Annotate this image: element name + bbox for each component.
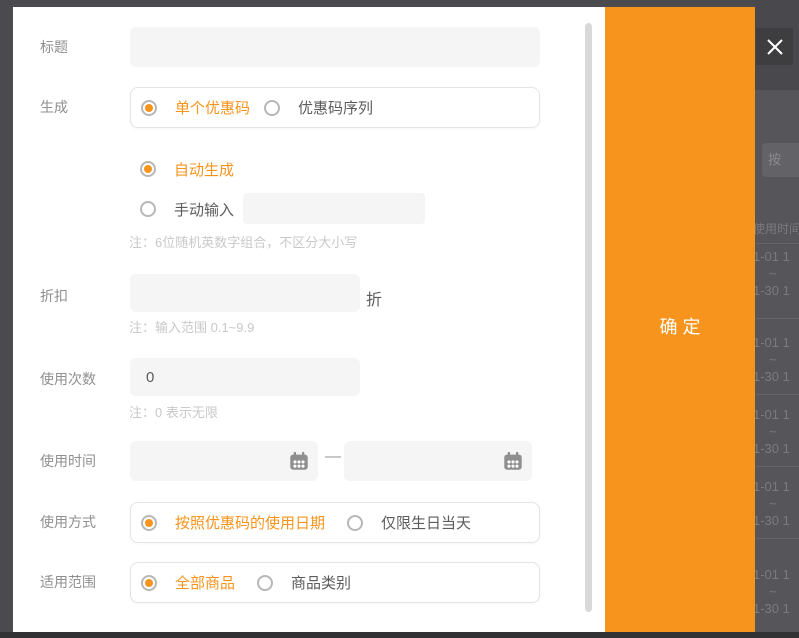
discount-input[interactable] bbox=[130, 274, 360, 312]
background-filter-button: 按 bbox=[762, 143, 799, 177]
table-row: 1-01 1 ~ 1-30 1 bbox=[755, 406, 799, 457]
radio-single-code[interactable] bbox=[141, 100, 157, 116]
end-date-picker[interactable] bbox=[344, 441, 532, 481]
divider bbox=[755, 466, 799, 467]
divider bbox=[755, 394, 799, 395]
radio-all-products[interactable] bbox=[141, 575, 157, 591]
option-label: 自动生成 bbox=[174, 159, 234, 180]
option-single-code[interactable]: 单个优惠码 bbox=[141, 97, 250, 118]
radio-auto-generate[interactable] bbox=[140, 161, 156, 177]
close-button[interactable] bbox=[756, 28, 793, 65]
coupon-dialog: 标题 生成 单个优惠码 优惠码序列 自动生成 手动输入 注：6位随机英数字组合，… bbox=[13, 7, 605, 632]
calendar-icon bbox=[502, 450, 524, 472]
option-label: 优惠码序列 bbox=[298, 97, 373, 118]
usage-count-note: 注：0 表示无限 bbox=[129, 402, 218, 421]
usage-count-input[interactable] bbox=[130, 358, 360, 396]
title-input[interactable] bbox=[130, 27, 540, 67]
field-label-generate: 生成 bbox=[40, 97, 68, 117]
radio-product-category[interactable] bbox=[257, 575, 273, 591]
date-range-separator: — bbox=[322, 448, 344, 466]
start-date-picker[interactable] bbox=[130, 441, 318, 481]
overlay-top bbox=[0, 0, 755, 7]
field-label-discount: 折扣 bbox=[40, 286, 68, 306]
radio-birthday-only[interactable] bbox=[347, 515, 363, 531]
generate-note: 注：6位随机英数字组合，不区分大小写 bbox=[129, 232, 357, 251]
radio-code-series[interactable] bbox=[264, 100, 280, 116]
field-label-usage-method: 使用方式 bbox=[40, 512, 96, 532]
confirm-button[interactable]: 确定 bbox=[605, 7, 755, 632]
table-row: 1-01 1 ~ 1-30 1 bbox=[755, 334, 799, 385]
option-label: 商品类别 bbox=[291, 572, 351, 593]
radio-by-coupon-dates[interactable] bbox=[141, 515, 157, 531]
field-label-title: 标题 bbox=[40, 37, 68, 57]
divider bbox=[755, 538, 799, 539]
option-product-category[interactable]: 商品类别 bbox=[257, 572, 351, 593]
overlay-bottom bbox=[0, 632, 799, 638]
divider bbox=[755, 243, 799, 244]
field-label-scope: 适用范围 bbox=[40, 572, 96, 592]
usage-method-option-group: 按照优惠码的使用日期 仅限生日当天 bbox=[130, 502, 540, 543]
background-column-header: 使用时间 bbox=[755, 220, 799, 237]
modal-scrollbar[interactable] bbox=[585, 23, 592, 612]
option-all-products[interactable]: 全部商品 bbox=[141, 572, 235, 593]
field-label-usage-count: 使用次数 bbox=[40, 369, 96, 389]
close-icon bbox=[764, 36, 786, 58]
generate-option-group: 单个优惠码 优惠码序列 bbox=[130, 87, 540, 128]
discount-unit: 折 bbox=[366, 286, 382, 310]
divider bbox=[755, 318, 799, 319]
overlay-left bbox=[0, 7, 13, 632]
option-label: 手动输入 bbox=[174, 199, 234, 220]
option-label: 按照优惠码的使用日期 bbox=[175, 512, 325, 533]
table-row: 1-01 1 ~ 1-30 1 bbox=[755, 478, 799, 529]
option-label: 仅限生日当天 bbox=[381, 512, 471, 533]
table-row: 1-01 1 ~ 1-30 1 bbox=[755, 248, 799, 299]
option-birthday-only[interactable]: 仅限生日当天 bbox=[347, 512, 471, 533]
scope-option-group: 全部商品 商品类别 bbox=[130, 562, 540, 603]
option-by-coupon-dates[interactable]: 按照优惠码的使用日期 bbox=[141, 512, 325, 533]
table-row: 1-01 1 ~ 1-30 1 bbox=[755, 566, 799, 617]
screen: 按 使用时间 1-01 1 ~ 1-30 1 1-01 1 ~ 1-30 1 1… bbox=[0, 0, 799, 638]
radio-manual-input[interactable] bbox=[140, 201, 156, 217]
confirm-button-label: 确定 bbox=[605, 313, 755, 339]
option-label: 全部商品 bbox=[175, 572, 235, 593]
background-page-strip: 按 使用时间 1-01 1 ~ 1-30 1 1-01 1 ~ 1-30 1 1… bbox=[755, 0, 799, 638]
option-manual-input[interactable]: 手动输入 bbox=[140, 199, 234, 219]
option-code-series[interactable]: 优惠码序列 bbox=[264, 97, 373, 118]
option-auto-generate[interactable]: 自动生成 bbox=[140, 159, 234, 179]
option-label: 单个优惠码 bbox=[175, 97, 250, 118]
manual-code-input[interactable] bbox=[243, 193, 425, 224]
calendar-icon bbox=[288, 450, 310, 472]
field-label-usage-time: 使用时间 bbox=[40, 451, 96, 471]
discount-note: 注：输入范围 0.1~9.9 bbox=[129, 317, 254, 336]
